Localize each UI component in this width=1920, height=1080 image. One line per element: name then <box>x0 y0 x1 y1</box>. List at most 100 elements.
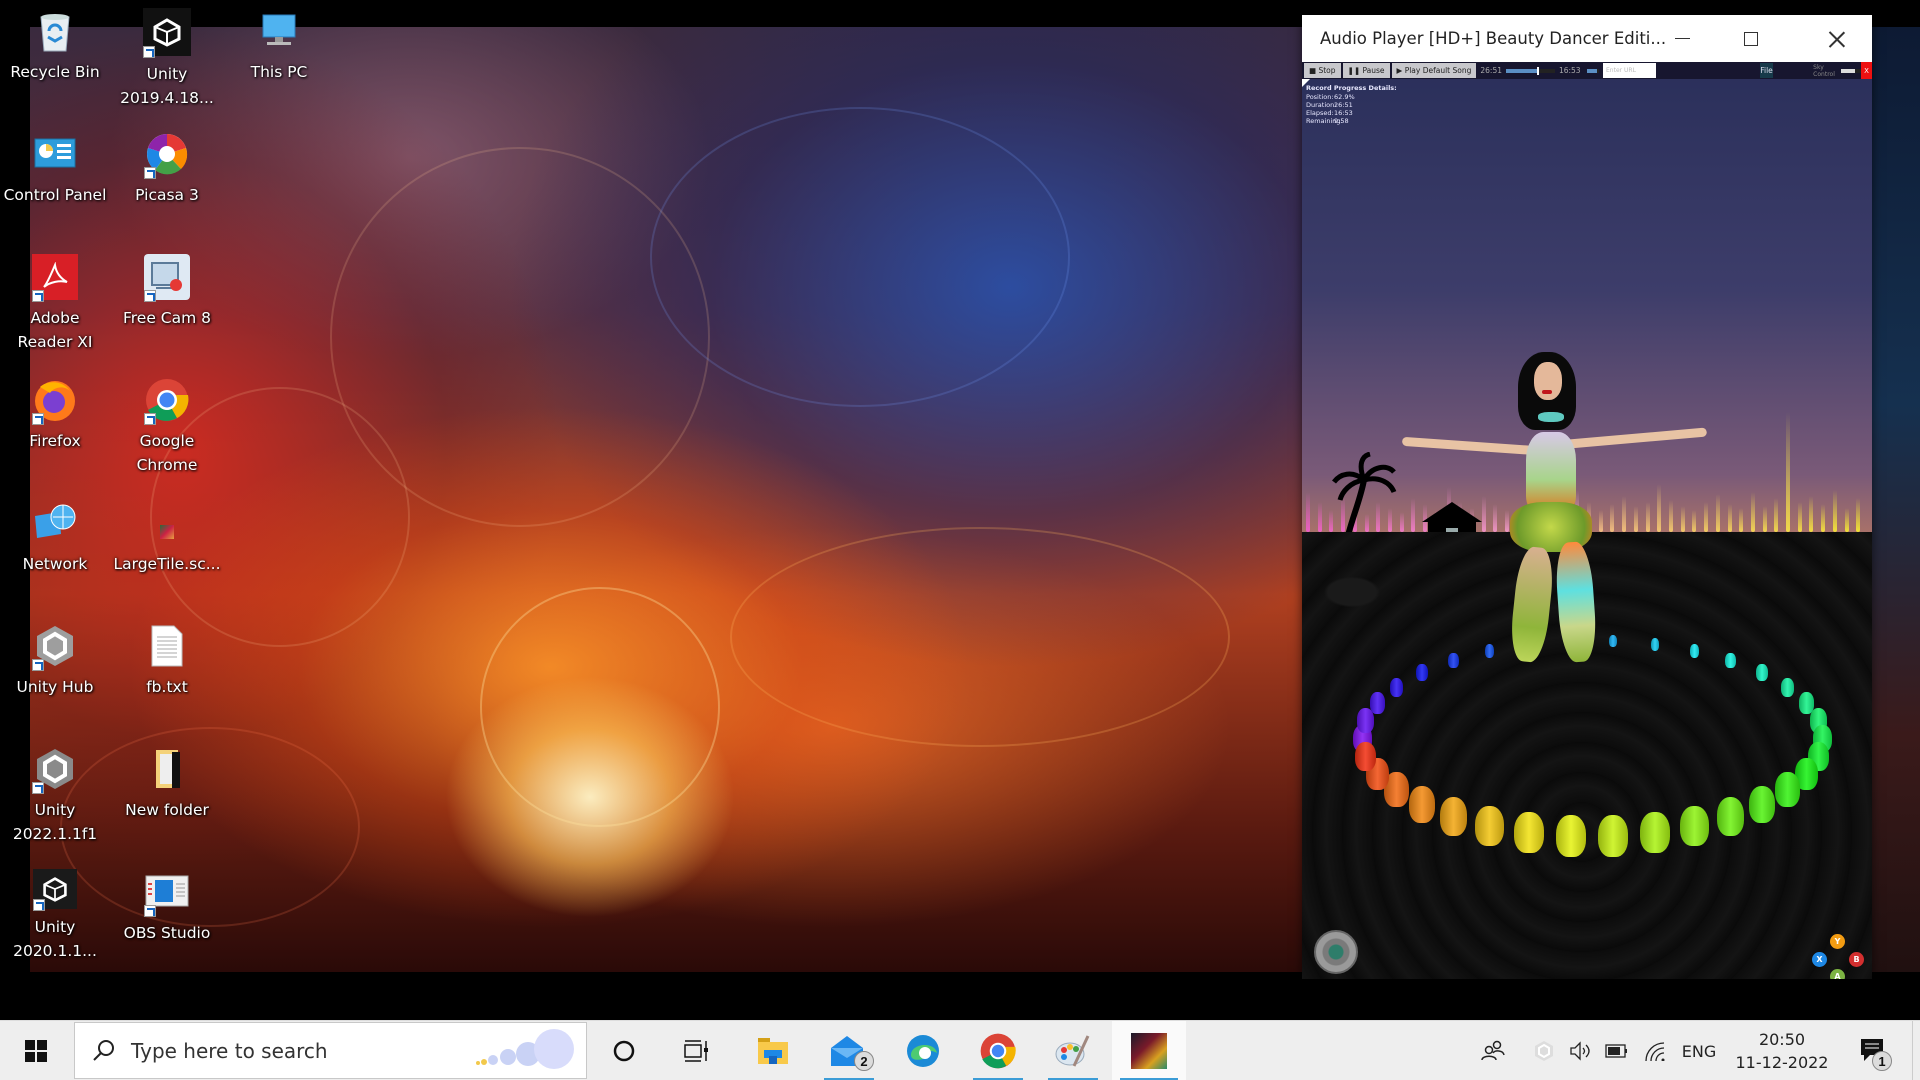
tray-wifi[interactable] <box>1640 1021 1670 1080</box>
ring-object <box>1780 677 1795 697</box>
equalizer-bar <box>1762 506 1767 532</box>
ring-object <box>1370 692 1386 715</box>
audio-player-window[interactable]: Audio Player [HD+] Beauty Dancer Editi..… <box>1302 15 1872 979</box>
desktop-icon-adobe-reader[interactable]: Adobe Reader XI <box>0 254 110 354</box>
seek-slider-thumb[interactable] <box>1536 66 1539 75</box>
pause-button[interactable]: ❚❚ Pause <box>1342 63 1390 78</box>
desktop-icon-firefox[interactable]: Firefox <box>0 377 110 453</box>
obs-studio-icon <box>144 869 190 917</box>
equalizer-bar <box>1786 412 1791 532</box>
start-button[interactable] <box>0 1021 72 1080</box>
search-placeholder: Type here to search <box>131 1038 328 1063</box>
taskbar-task-view[interactable] <box>665 1021 727 1080</box>
url-input[interactable]: Enter URL <box>1603 63 1656 78</box>
taskbar-file-explorer[interactable] <box>740 1021 806 1080</box>
unity-hub-tray-icon <box>1535 1041 1553 1061</box>
desktop-icon-unity-2022[interactable]: Unity 2022.1.1f1 <box>0 746 110 846</box>
desktop-icon-free-cam[interactable]: Free Cam 8 <box>112 254 222 330</box>
desktop-icon-new-folder[interactable]: New folder <box>112 746 222 822</box>
gamepad-button-b[interactable]: B <box>1849 952 1864 967</box>
taskbar-edge[interactable] <box>890 1021 956 1080</box>
taskbar-search-box[interactable]: Type here to search <box>74 1022 587 1079</box>
file-button[interactable]: File <box>1759 63 1774 78</box>
shortcut-arrow-icon <box>144 905 156 917</box>
shortcut-arrow-icon <box>33 899 45 911</box>
stop-button[interactable]: ■ Stop <box>1304 63 1341 78</box>
desktop-icon-google-chrome[interactable]: Google Chrome <box>112 377 222 477</box>
ring-object <box>1416 664 1428 682</box>
player-close-button[interactable]: X <box>1861 62 1872 79</box>
desktop-icon-obs-studio[interactable]: OBS Studio <box>112 869 222 945</box>
desktop-icon-unity-hub[interactable]: Unity Hub <box>0 623 110 699</box>
shortcut-arrow-icon <box>32 659 44 671</box>
desktop-icon-picasa[interactable]: Picasa 3 <box>112 131 222 207</box>
gamepad-button-y[interactable]: Y <box>1830 934 1845 949</box>
gamepad-button-a[interactable]: A <box>1830 969 1845 979</box>
shortcut-arrow-icon <box>32 782 44 794</box>
window-titlebar[interactable]: Audio Player [HD+] Beauty Dancer Editi..… <box>1302 15 1872 62</box>
tray-language[interactable]: ENG <box>1676 1021 1722 1080</box>
desktop-icon-label: Adobe Reader XI <box>17 309 93 351</box>
desktop-icon-network[interactable]: Network <box>0 500 110 576</box>
desktop-icon-this-pc[interactable]: This PC <box>224 8 334 84</box>
equalizer-bar <box>1317 502 1322 532</box>
ring-object <box>1716 796 1745 836</box>
tray-battery[interactable] <box>1602 1021 1632 1080</box>
desktop-icon-unity-2020[interactable]: Unity 2020.1.1... <box>0 869 110 963</box>
taskbar-mail[interactable]: 2 <box>816 1021 882 1080</box>
chrome-icon <box>980 1033 1016 1069</box>
tray-volume[interactable] <box>1567 1021 1595 1080</box>
ring-object <box>1689 644 1700 658</box>
image-file-icon <box>144 500 190 546</box>
search-highlight-icon <box>476 1029 574 1069</box>
tray-clock[interactable]: 20:50 11-12-2022 <box>1728 1021 1836 1080</box>
desktop-icon-unity-2019[interactable]: Unity 2019.4.18... <box>112 8 222 110</box>
ring-object <box>1389 677 1404 697</box>
people-button[interactable] <box>1476 1021 1510 1080</box>
virtual-joystick[interactable] <box>1314 930 1358 974</box>
play-default-song-button[interactable]: ▶ Play Default Song <box>1391 63 1477 78</box>
equalizer-bar <box>1704 502 1709 532</box>
shortcut-arrow-icon <box>144 413 156 425</box>
taskbar-audio-player[interactable] <box>1112 1021 1186 1080</box>
unity-icon <box>33 869 77 911</box>
desktop-icon-control-panel[interactable]: Control Panel <box>0 131 110 207</box>
desktop-icon-fb-txt[interactable]: fb.txt <box>112 623 222 699</box>
sky-control-fill <box>1840 68 1855 73</box>
progress-row: Elapsed: 16:53 <box>1306 109 1397 117</box>
desktop-icon-label: Firefox <box>29 432 81 450</box>
tray-unity-hub[interactable] <box>1530 1021 1558 1080</box>
desktop-icon-largetile[interactable]: LargeTile.sc... <box>112 500 222 576</box>
desktop-icon-recycle-bin[interactable]: Recycle Bin <box>0 8 110 84</box>
file-explorer-icon <box>758 1038 788 1064</box>
desktop-icon-label: Google Chrome <box>136 432 198 474</box>
maximize-button[interactable] <box>1716 15 1786 62</box>
dancer-scene-viewport[interactable]: ■ Stop ❚❚ Pause ▶ Play Default Song 26:5… <box>1302 62 1872 979</box>
volume-slider[interactable] <box>1586 68 1600 73</box>
seek-slider[interactable] <box>1506 66 1555 75</box>
desktop-icon-label: Control Panel <box>3 186 107 204</box>
equalizer-bar <box>1610 504 1615 532</box>
equalizer-bar <box>1821 504 1826 532</box>
shortcut-arrow-icon <box>144 167 156 179</box>
taskbar-paint[interactable] <box>1040 1021 1106 1080</box>
adobe-reader-icon <box>32 254 78 302</box>
sky-control-label: Sky Control <box>1813 63 1835 78</box>
gamepad-button-x[interactable]: X <box>1812 952 1827 967</box>
equalizer-bar <box>1657 484 1662 532</box>
ring-object <box>1756 664 1768 682</box>
minimize-button[interactable] <box>1647 15 1717 62</box>
close-button[interactable] <box>1802 15 1872 62</box>
taskbar-chrome[interactable] <box>965 1021 1031 1080</box>
action-center-button[interactable]: 1 <box>1850 1021 1894 1080</box>
clock-time: 20:50 <box>1758 1030 1806 1049</box>
task-view-icon <box>684 1040 708 1062</box>
desktop-icon-label: Unity 2022.1.1f1 <box>12 801 98 843</box>
desktop-icon-label: This PC <box>250 63 308 81</box>
progress-value: 62.9% <box>1334 93 1355 101</box>
desktop-icon-label: Recycle Bin <box>10 63 100 81</box>
ring-object <box>1355 741 1377 772</box>
ring-object <box>1598 814 1629 857</box>
show-desktop-button[interactable] <box>1912 1021 1920 1080</box>
taskbar-cortana[interactable] <box>593 1021 655 1080</box>
